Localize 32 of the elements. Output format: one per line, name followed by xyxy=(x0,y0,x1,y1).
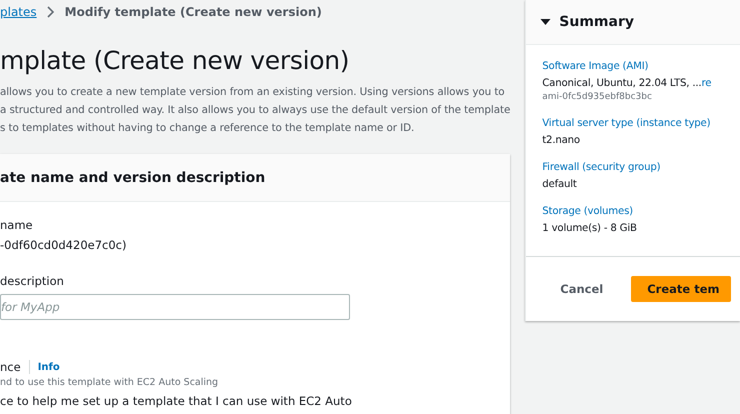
field-hint: nd to use this template with EC2 Auto Scaling xyxy=(0,377,220,388)
info-link[interactable]: Info xyxy=(38,362,60,372)
ami-id: ami-0fc5d935ebf8bc3bc xyxy=(542,92,653,102)
summary-label: Software Image (AMI) xyxy=(542,61,650,72)
summary-label: Storage (volumes) xyxy=(542,206,634,217)
caret-down-icon[interactable] xyxy=(540,17,552,27)
input-field[interactable]: for MyApp xyxy=(0,294,350,320)
summary-label: Firewall (security group) xyxy=(542,162,662,173)
summary-value: t2.nano xyxy=(542,135,581,146)
field-value: -0df60cd0d420e7c0c) xyxy=(0,238,128,252)
page-title: mplate (Create new version) xyxy=(0,46,350,75)
create-button[interactable]: Create tem xyxy=(631,276,732,302)
summary-value: default xyxy=(542,179,578,190)
summary-value-text: Canonical, Ubuntu, 22.04 LTS, ... xyxy=(542,78,702,89)
description-line: s to templates without having to change a reference to the template name or ID. xyxy=(0,121,416,136)
field-label: name xyxy=(0,218,34,232)
description-line: a structured and controlled way. It also allows you to always use the default version of the template xyxy=(0,103,510,118)
cancel-button[interactable]: Cancel xyxy=(560,276,604,302)
breadcrumb-current: Modify template (Create new version) xyxy=(64,5,322,19)
summary-label: Virtual server type (instance type) xyxy=(542,118,712,129)
breadcrumb-link[interactable]: plates xyxy=(0,5,37,19)
chevron-right-icon xyxy=(46,6,55,18)
divider xyxy=(28,360,30,374)
summary-header[interactable]: Summary xyxy=(526,0,740,45)
field-label: nce xyxy=(0,360,21,374)
summary-value: 1 volume(s) - 8 GiB xyxy=(542,223,638,234)
checkbox-label: ce to help me set up a template that I can use with EC2 Auto xyxy=(0,394,353,408)
description-line: allows you to create a new template version from an existing version. Using versions allows you to xyxy=(0,85,506,100)
card-header: ate name and version description xyxy=(0,154,510,202)
field-label: description xyxy=(0,274,65,288)
summary-title: Summary xyxy=(559,14,634,30)
read-more-link[interactable]: re xyxy=(701,78,712,89)
